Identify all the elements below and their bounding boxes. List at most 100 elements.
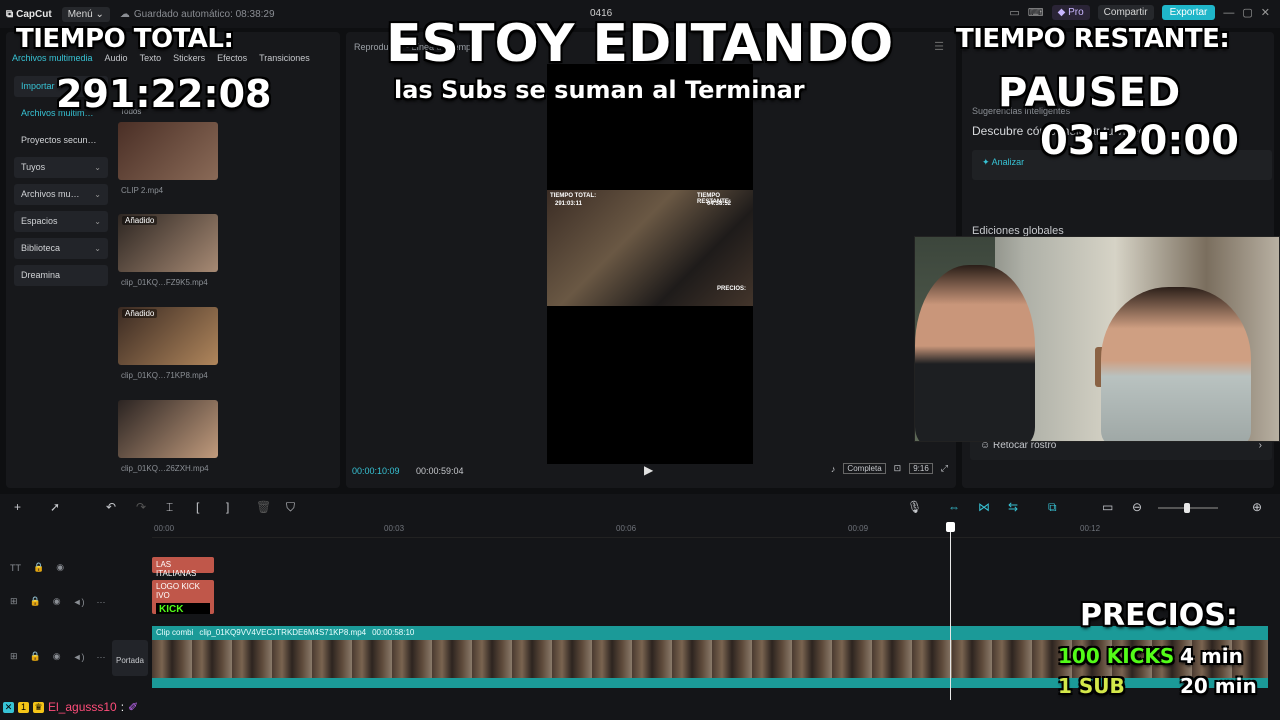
nav-yours[interactable]: Tuyos ⌄ bbox=[14, 157, 108, 178]
zoom-in-icon[interactable]: ⊕ bbox=[1252, 500, 1262, 514]
chevron-down-icon: ⌄ bbox=[94, 163, 101, 172]
tab-text[interactable]: Texto bbox=[140, 53, 162, 63]
keyboard-icon[interactable]: ⌨ bbox=[1028, 6, 1044, 19]
undo-icon[interactable]: ↶ bbox=[106, 500, 116, 514]
cloud-icon: ☁ bbox=[119, 8, 130, 20]
menu-icon[interactable]: ☰ bbox=[934, 40, 944, 53]
audio-icon[interactable]: ◄) bbox=[73, 597, 85, 607]
kick-logo: KICK bbox=[156, 603, 210, 614]
capcut-logo-icon: ⧉ bbox=[6, 8, 14, 20]
split-icon[interactable]: ⌶ bbox=[166, 500, 173, 515]
text-track-header: TT 🔒 ◉ bbox=[10, 562, 64, 573]
eye-icon[interactable]: ◉ bbox=[53, 596, 61, 607]
preview-axis-icon[interactable]: ⧉ bbox=[1048, 500, 1057, 515]
total-time-value: 291:22:08 bbox=[56, 72, 272, 116]
chat-message: ✕ 1 ♛ El_agusss10 : ✐ bbox=[3, 700, 139, 714]
redo-icon[interactable]: ↷ bbox=[136, 500, 146, 514]
emote-icon: ✐ bbox=[128, 700, 139, 714]
sticker-track-icon: ⊞ bbox=[10, 596, 18, 606]
playhead-line[interactable] bbox=[950, 522, 951, 700]
media-item[interactable]: Añadido clip_01KQ…71KP8.mp4 bbox=[118, 307, 218, 380]
autosave-status: ☁ Guardado automático: 08:38:29 bbox=[119, 8, 275, 20]
tab-transitions[interactable]: Transiciones bbox=[259, 53, 310, 63]
snap-icon[interactable]: ⇆ bbox=[1008, 500, 1018, 514]
media-thumbnail[interactable]: Añadido bbox=[118, 307, 218, 365]
playhead-handle[interactable] bbox=[946, 522, 955, 532]
app-name: CapCut bbox=[16, 8, 52, 20]
split-right-icon[interactable]: ] bbox=[226, 500, 229, 514]
remaining-time-value: 03:20:00 bbox=[1040, 118, 1239, 164]
remaining-time-title: TIEMPO RESTANTE: bbox=[956, 24, 1230, 54]
sticker-track-header: ⊞ 🔒 ◉ ◄) ··· bbox=[10, 596, 106, 607]
cover-button[interactable]: Portada bbox=[112, 640, 148, 676]
preview-overlay-text: 291:03:11 bbox=[555, 201, 583, 207]
added-badge: Añadido bbox=[122, 309, 158, 318]
more-icon[interactable]: ··· bbox=[97, 652, 106, 662]
nav-dreamina[interactable]: Dreamina bbox=[14, 265, 108, 286]
preview-overlay-text: 04:38:52 bbox=[707, 201, 732, 207]
text-clip[interactable]: LAS ITALIANAS bbox=[152, 557, 214, 578]
magnet-icon[interactable]: ⋈ bbox=[978, 500, 990, 514]
media-thumbnail[interactable] bbox=[118, 122, 218, 180]
lock-icon[interactable]: 🔒 bbox=[33, 562, 44, 573]
main-track-header: ⊞ 🔒 ◉ ◄) ··· bbox=[10, 651, 106, 662]
preview-overlay-text: TIEMPO TOTAL: bbox=[550, 193, 597, 199]
delete-icon[interactable]: 🗑 bbox=[256, 500, 271, 514]
tab-audio[interactable]: Audio bbox=[105, 53, 128, 63]
media-thumbnail[interactable]: Añadido bbox=[118, 214, 218, 272]
fullscreen-icon[interactable]: ⤢ bbox=[941, 463, 948, 474]
webcam-person-right bbox=[1101, 287, 1251, 441]
nav-library[interactable]: Biblioteca ⌄ bbox=[14, 238, 108, 259]
added-badge: Añadido bbox=[122, 216, 158, 225]
media-thumbnail[interactable] bbox=[118, 400, 218, 458]
zoom-out-icon[interactable]: ⊖ bbox=[1132, 500, 1142, 514]
tiktok-icon[interactable]: ♪ bbox=[831, 464, 836, 474]
sticker-clip[interactable]: LOGO KICK IVO KICK bbox=[152, 580, 214, 614]
eye-icon[interactable]: ◉ bbox=[53, 651, 61, 662]
minimize-icon[interactable]: — bbox=[1223, 7, 1234, 19]
chat-badge-icon: ✕ bbox=[3, 701, 14, 713]
export-button[interactable]: Exportar bbox=[1161, 5, 1216, 20]
time-ruler[interactable]: 00:00 00:03 00:06 00:09 00:12 bbox=[152, 522, 1280, 538]
microphone-icon[interactable]: 🎙 bbox=[907, 500, 922, 514]
zoom-slider-handle[interactable] bbox=[1184, 503, 1190, 513]
audio-icon[interactable]: ◄) bbox=[73, 652, 85, 662]
nav-sub-projects[interactable]: Proyectos secun… bbox=[14, 130, 108, 151]
media-item[interactable]: Añadido clip_01KQ…FZ9K5.mp4 bbox=[118, 214, 218, 287]
add-track-icon[interactable]: + bbox=[14, 500, 21, 514]
main-track-icon: ⊞ bbox=[10, 651, 18, 661]
lock-icon[interactable]: 🔒 bbox=[30, 596, 41, 607]
complete-button[interactable]: Completa bbox=[843, 463, 886, 474]
shield-icon[interactable]: ⛉ bbox=[286, 500, 295, 515]
media-item[interactable]: clip_01KQ…26ZXH.mp4 bbox=[118, 400, 218, 473]
prices-title: PRECIOS: bbox=[1080, 598, 1238, 633]
media-item[interactable]: CLIP 2.mp4 bbox=[118, 122, 218, 195]
tab-effects[interactable]: Efectos bbox=[217, 53, 247, 63]
nav-media-files-2[interactable]: Archivos mu… ⌄ bbox=[14, 184, 108, 205]
link-icon[interactable]: ⇔ bbox=[948, 500, 960, 514]
close-icon[interactable]: ✕ bbox=[1261, 6, 1270, 19]
select-tool-icon[interactable]: ➚ bbox=[50, 500, 60, 514]
eye-icon[interactable]: ◉ bbox=[56, 562, 64, 573]
crown-icon: ♛ bbox=[33, 701, 44, 713]
share-button[interactable]: Compartir bbox=[1097, 5, 1154, 20]
pro-button[interactable]: ◆ Pro bbox=[1051, 5, 1090, 20]
tab-media[interactable]: Archivos multimedia bbox=[12, 53, 93, 63]
zoom-slider[interactable] bbox=[1158, 503, 1218, 513]
maximize-icon[interactable]: ▢ bbox=[1242, 6, 1252, 19]
webcam-person-left bbox=[915, 265, 1035, 441]
play-icon[interactable]: ▶ bbox=[644, 463, 653, 477]
webcam-overlay bbox=[914, 236, 1280, 442]
capcut-window: ⧉ CapCut Menú ⌄ ☁ Guardado automático: 0… bbox=[0, 0, 1280, 720]
menu-button[interactable]: Menú ⌄ bbox=[61, 6, 110, 22]
nav-spaces[interactable]: Espacios ⌄ bbox=[14, 211, 108, 232]
lock-icon[interactable]: 🔒 bbox=[30, 651, 41, 662]
caption-icon[interactable]: ▭ bbox=[1102, 500, 1113, 514]
split-left-icon[interactable]: [ bbox=[196, 500, 199, 514]
snapshot-icon[interactable]: ⊡ bbox=[894, 463, 902, 474]
layout-icon[interactable]: ▭ bbox=[1009, 6, 1019, 19]
ratio-button[interactable]: 9:16 bbox=[909, 463, 933, 474]
more-icon[interactable]: ··· bbox=[97, 597, 106, 607]
video-preview[interactable]: TIEMPO TOTAL: 291:03:11 TIEMPO RESTANTE:… bbox=[547, 64, 753, 464]
tab-stickers[interactable]: Stickers bbox=[173, 53, 205, 63]
